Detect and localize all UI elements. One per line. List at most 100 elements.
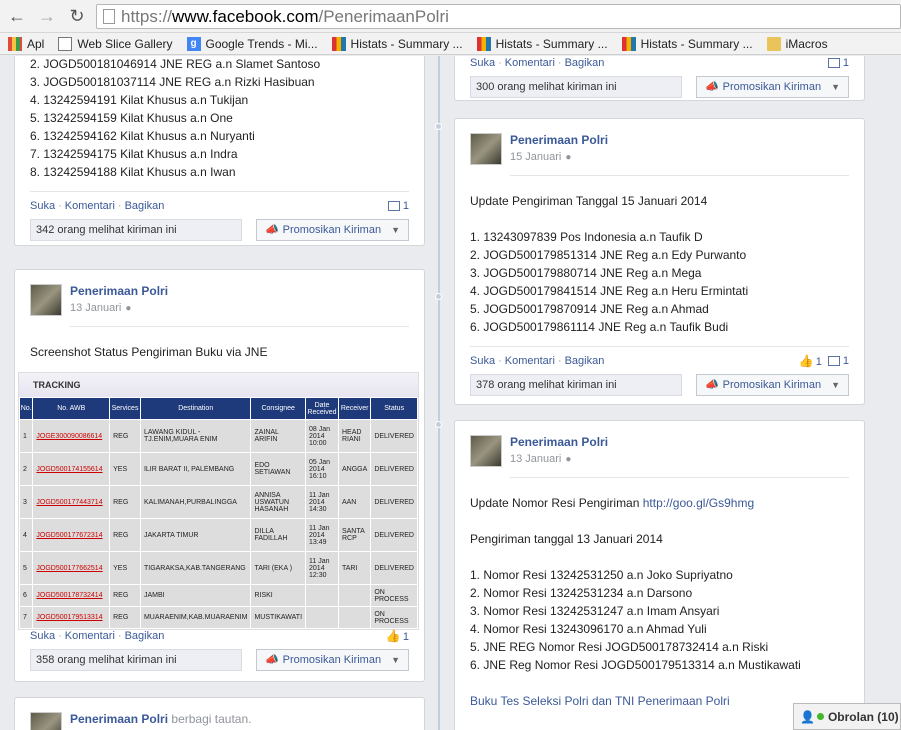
post-4: Suka · Komentari · Bagikan 1 300 orang melih… [454,56,865,101]
url-scheme: https:// [121,6,173,26]
awb-link[interactable]: JOGE300090086614 [32,419,111,453]
post-line: 6. 13242594162 Kilat Khusus a.n Nuryanti [30,129,255,143]
bookmark-google-trends[interactable]: g Google Trends - Mi... [186,36,318,51]
bookmark-web-slice[interactable]: Web Slice Gallery [58,36,173,51]
table-cell: 08 Jan 2014 10:00 [305,419,339,453]
table-cell: 3 [18,485,34,519]
tracking-title: TRACKING [19,373,418,397]
reload-icon[interactable]: ↻ [64,3,90,29]
like-link[interactable]: Suka [30,200,55,212]
forward-icon[interactable]: → [34,3,60,29]
comment-link[interactable]: Komentari [505,355,555,367]
promote-button[interactable]: 📣 Promosikan Kiriman ▼ [255,649,409,671]
share-link[interactable]: Bagikan [565,57,605,69]
globe-icon: ● [565,152,572,163]
comment-icon [827,356,840,367]
short-link[interactable]: http://goo.gl/Gs9hmg [643,496,754,510]
table-cell: REG [109,485,141,519]
back-icon[interactable]: ← [4,3,30,29]
like-count: 1 [815,356,822,368]
post-line: 2. Nomor Resi 13242531234 a.n Darsono [470,586,693,600]
post-line: 7. 13242594175 Kilat Khusus a.n Indra [30,147,238,161]
table-cell: LAWANG KIDUL - TJ.ENIM,MUARA ENIM [139,419,252,453]
page-name[interactable]: Penerimaan Polri [70,284,168,298]
table-cell: ZAINAL ARIFIN [250,419,307,453]
thumbs-up-icon: 👍 [798,354,814,368]
share-link[interactable]: Bagikan [565,355,605,367]
post-heading: Update Pengiriman Tanggal 15 Januari 201… [470,194,708,208]
like-link[interactable]: Suka [470,355,495,367]
like-link[interactable]: Suka [30,630,55,642]
post-6: Penerimaan Polri 13 Januari ● Update Nomo… [454,420,865,730]
bookmark-histats-3[interactable]: Histats - Summary ... [621,36,753,51]
tracking-image[interactable]: TRACKING No. No. AWB Services Destinatio… [18,372,419,630]
table-cell: YES [109,551,141,585]
post-line: 6. JOGD500179861114 JNE Reg a.n Taufik B… [470,320,729,334]
table-cell: JAMBI [139,584,252,607]
table-cell: 11 Jan 2014 12:30 [305,551,339,585]
bookmark-imacros[interactable]: iMacros [766,36,828,51]
awb-link[interactable]: JOGD500177672314 [32,518,111,552]
globe-icon: ● [125,303,132,314]
avatar[interactable] [470,435,502,467]
post-line: 5. 13242594159 Kilat Khusus a.n One [30,111,233,125]
comment-link[interactable]: Komentari [65,630,115,642]
table-row: 3 JOGD500177443714 REG KALIMANAH,PURBALINGG… [18,485,418,519]
link-title[interactable]: Buku Tes Seleksi Polri dan TNI Penerimaa… [470,694,730,708]
avatar[interactable] [30,712,62,730]
bookmark-histats-1[interactable]: Histats - Summary ... [331,36,463,51]
promote-button[interactable]: 📣 Promosikan Kiriman ▼ [695,374,849,396]
awb-link[interactable]: JOGD500177443714 [32,485,111,519]
table-cell: EDO SETIAWAN [250,452,307,486]
col-header: Destination [139,397,252,420]
views-count: 342 orang melihat kiriman ini [30,219,242,241]
post-date[interactable]: 13 Januari [70,302,121,314]
table-row: 6 JOGD500178732414 REG JAMBI RISKI ON PROCESS [18,584,418,607]
views-count: 358 orang melihat kiriman ini [30,649,242,671]
page-icon [58,36,73,51]
awb-link[interactable]: JOGD500177662514 [32,551,111,585]
awb-link[interactable]: JOGD500174155614 [32,452,111,486]
awb-link[interactable]: JOGD500178732414 [32,584,111,607]
chat-button[interactable]: 👤 Obrolan (10) [793,703,901,730]
table-cell: ANGGA [337,452,372,486]
table-cell: AAN [337,485,372,519]
table-cell: 11 Jan 2014 14:30 [305,485,339,519]
post-text: Screenshot Status Pengiriman Buku via JN… [30,345,268,359]
page-name[interactable]: Penerimaan Polri [510,435,608,449]
avatar[interactable] [470,133,502,165]
share-link[interactable]: Bagikan [125,630,165,642]
post-line: 4. Nomor Resi 13243096170 a.n Ahmad Yuli [470,622,707,636]
comment-link[interactable]: Komentari [505,57,555,69]
bookmark-apps[interactable]: Apl [8,36,44,51]
page-name[interactable]: Penerimaan Polri [510,133,608,147]
caret-down-icon: ▼ [391,225,400,235]
table-cell: DELIVERED [370,518,418,552]
megaphone-icon: 📣 [264,654,279,666]
col-header: Status [370,397,418,420]
share-link[interactable]: Bagikan [125,200,165,212]
table-cell: ILIR BARAT II, PALEMBANG [139,452,252,486]
avatar[interactable] [30,284,62,316]
folder-icon [766,36,781,51]
page-icon [103,9,115,24]
post-line: 2. JOGD500179851314 JNE Reg a.n Edy Purw… [470,248,747,262]
promote-button[interactable]: 📣 Promosikan Kiriman ▼ [695,76,849,98]
post-date[interactable]: 15 Januari [510,151,561,163]
page-name[interactable]: Penerimaan Polri [70,712,168,726]
post-1: 2. JOGD500181046914 JNE REG a.n Slamet S… [14,56,425,246]
promote-button[interactable]: 📣 Promosikan Kiriman ▼ [255,219,409,241]
table-cell: 05 Jan 2014 16:10 [305,452,339,486]
post-line: 3. JOGD500179880714 JNE Reg a.n Mega [470,266,702,280]
post-date[interactable]: 13 Januari [510,453,561,465]
comment-link[interactable]: Komentari [65,200,115,212]
thumbs-up-icon: 👍 [385,629,401,643]
like-link[interactable]: Suka [470,57,495,69]
bookmark-histats-2[interactable]: Histats - Summary ... [476,36,608,51]
col-header: Date Received [305,397,339,420]
online-dot [816,713,824,720]
bookmarks-bar: Apl Web Slice Gallery g Google Trends - M… [0,33,901,55]
address-bar[interactable]: https://www.facebook.com/PenerimaanPolri [96,4,901,29]
table-row: 4 JOGD500177672314 REG JAKARTA TIMUR DILLA F… [18,518,418,552]
timeline-dot [435,123,442,130]
